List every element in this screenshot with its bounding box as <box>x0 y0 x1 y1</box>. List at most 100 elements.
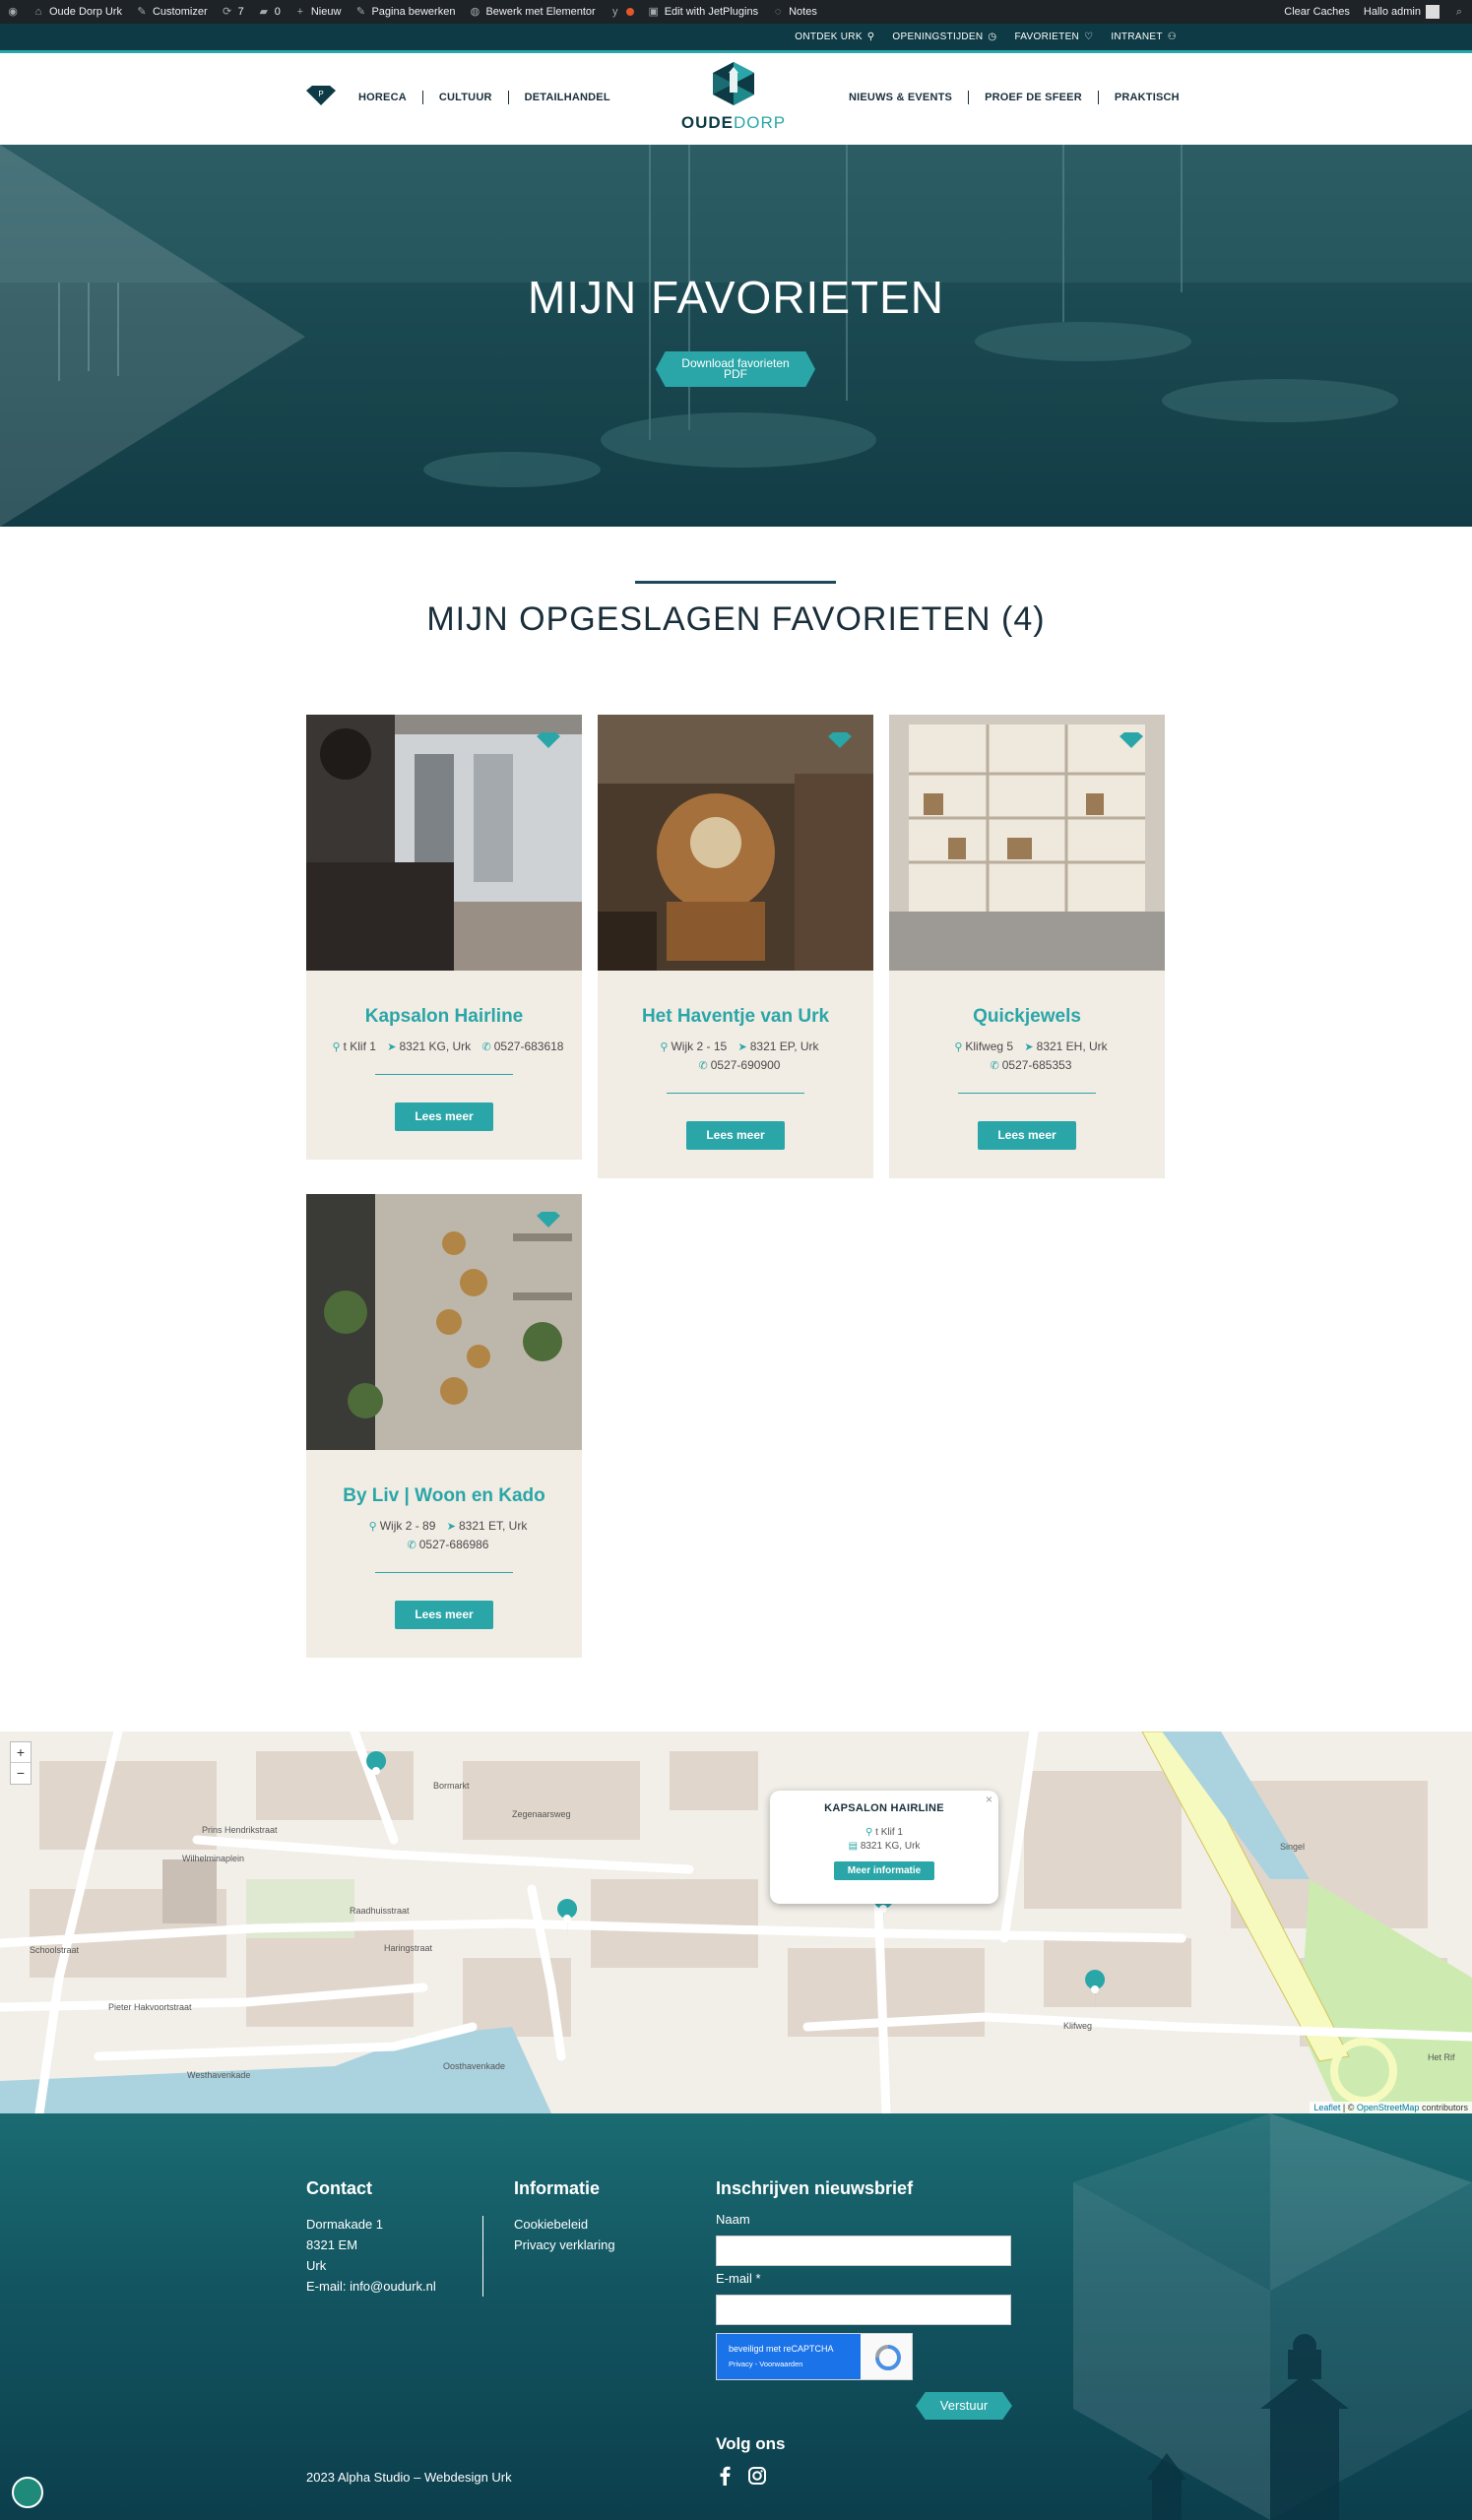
admin-notes-link[interactable]: ◌ Notes <box>765 0 824 24</box>
popup-address: ⚲ t Klif 1 ▤ 8321 KG, Urk <box>848 1827 921 1852</box>
site-logo[interactable]: OUDEDORP <box>679 61 788 136</box>
nav-separator <box>1097 91 1099 104</box>
admin-edit-page-link[interactable]: ✎ Pagina bewerken <box>348 0 462 24</box>
elementor-icon: ◍ <box>470 6 480 18</box>
admin-clear-caches[interactable]: Clear Caches <box>1277 0 1357 24</box>
card-meta: ⚲ Klifweg 5 ➤ 8321 EH, Urk ✆ 0527-685353 <box>954 1040 1108 1072</box>
navigation-arrow-icon: ➤ <box>1024 1041 1034 1053</box>
hero-title: MIJN FAVORIETEN <box>527 272 945 323</box>
svg-text:Wilhelminaplein: Wilhelminaplein <box>182 1854 244 1863</box>
logo-hexagon-icon <box>713 62 754 105</box>
admin-customizer-link[interactable]: ✎ Customizer <box>129 0 215 24</box>
util-favorieten[interactable]: FAVORIETEN ♡ <box>1014 32 1093 42</box>
zoom-in-button[interactable]: + <box>11 1742 31 1763</box>
favorite-card: Quickjewels ⚲ Klifweg 5 ➤ 8321 EH, Urk ✆ 05… <box>889 715 1165 1178</box>
main-nav-left: HORECA CULTUUR DETAILHANDEL <box>358 91 610 104</box>
cookiebeleid-link[interactable]: Cookiebeleid <box>514 2214 615 2235</box>
util-ontdek-urk[interactable]: ONTDEK URK ⚲ <box>795 32 874 42</box>
close-icon[interactable]: × <box>986 1793 992 1806</box>
card-divider <box>667 1093 804 1094</box>
instagram-icon[interactable] <box>748 2467 766 2485</box>
site-footer: Contact Dormakade 1 8321 EM Urk E-mail: … <box>0 2113 1472 2520</box>
section-divider <box>635 581 836 584</box>
navigation-arrow-icon: ➤ <box>446 1521 456 1533</box>
svg-text:Pieter Hakvoortstraat: Pieter Hakvoortstraat <box>108 2002 192 2012</box>
accessibility-icon[interactable] <box>12 2477 43 2508</box>
card-title[interactable]: Kapsalon Hairline <box>306 1006 582 1028</box>
privacy-link[interactable]: Privacy verklaring <box>514 2235 615 2255</box>
nav-detailhandel[interactable]: DETAILHANDEL <box>525 92 610 103</box>
admin-updates-link[interactable]: ⟳ 7 <box>215 0 251 24</box>
svg-text:Schoolstraat: Schoolstraat <box>30 1945 80 1955</box>
navigation-arrow-icon: ➤ <box>387 1041 397 1053</box>
favorite-heart-icon[interactable] <box>537 1212 560 1228</box>
card-photo-haventje[interactable] <box>598 715 873 971</box>
search-icon: ⌕ <box>1455 6 1463 18</box>
read-more-button[interactable]: Lees meer <box>395 1601 493 1629</box>
navigation-arrow-icon: ➤ <box>737 1041 747 1053</box>
email-input[interactable] <box>716 2295 1011 2325</box>
favorite-heart-icon[interactable] <box>537 732 560 748</box>
admin-account[interactable]: Hallo admin <box>1357 0 1446 24</box>
map-popup: × KAPSALON HAIRLINE ⚲ t Klif 1 ▤ 8321 KG… <box>770 1791 998 1904</box>
admin-search[interactable]: ⌕ <box>1446 0 1472 24</box>
copyright: 2023 Alpha Studio – Webdesign Urk <box>306 2470 512 2485</box>
admin-elementor-link[interactable]: ◍ Bewerk met Elementor <box>462 0 602 24</box>
facebook-icon[interactable] <box>718 2466 732 2486</box>
email-link[interactable]: info@oudurk.nl <box>350 2279 436 2294</box>
osm-link[interactable]: OpenStreetMap <box>1357 2103 1420 2112</box>
phone-icon: ✆ <box>407 1540 416 1551</box>
card-title[interactable]: Het Haventje van Urk <box>598 1006 873 1028</box>
svg-text:Haringstraat: Haringstraat <box>384 1943 433 1953</box>
nav-praktisch[interactable]: PRAKTISCH <box>1115 92 1180 103</box>
admin-new-link[interactable]: + Nieuw <box>288 0 349 24</box>
wordpress-menu[interactable]: ◉ <box>0 0 26 24</box>
phone-icon: ✆ <box>990 1060 999 1072</box>
nav-separator <box>507 91 509 104</box>
popup-title: KAPSALON HAIRLINE <box>824 1802 944 1814</box>
admin-comments-link[interactable]: ▰ 0 <box>251 0 288 24</box>
nav-proef-de-sfeer[interactable]: PROEF DE SFEER <box>985 92 1082 103</box>
favorite-heart-icon[interactable] <box>828 732 852 748</box>
name-input[interactable] <box>716 2236 1011 2266</box>
svg-text:Bormarkt: Bormarkt <box>433 1781 470 1791</box>
submit-button[interactable]: Verstuur <box>916 2392 1012 2420</box>
admin-yoast-link[interactable]: y <box>603 0 641 24</box>
util-openingstijden[interactable]: OPENINGSTIJDEN ◷ <box>892 32 996 42</box>
favorite-card: Kapsalon Hairline ⚲ t Klif 1 ➤ 8321 KG, Ur… <box>306 715 582 1160</box>
utility-bar: ONTDEK URK ⚲ OPENINGSTIJDEN ◷ FAVORIETEN ♡ … <box>0 24 1472 53</box>
zoom-out-button[interactable]: − <box>11 1763 31 1784</box>
recaptcha-badge[interactable]: beveiligd met reCAPTCHA Privacy - Voorwa… <box>716 2333 913 2380</box>
user-icon: ⚇ <box>1167 32 1177 42</box>
read-more-button[interactable]: Lees meer <box>686 1121 785 1150</box>
admin-jetplugins-link[interactable]: ▣ Edit with JetPlugins <box>641 0 765 24</box>
recaptcha-icon <box>875 2345 901 2370</box>
map-pin-icon: ⚲ <box>954 1041 963 1053</box>
nav-cultuur[interactable]: CULTUUR <box>439 92 492 103</box>
favorite-heart-icon[interactable] <box>1120 732 1143 748</box>
svg-text:Prins Hendrikstraat: Prins Hendrikstraat <box>202 1825 278 1835</box>
util-intranet[interactable]: INTRANET ⚇ <box>1111 32 1177 42</box>
nav-horeca[interactable]: HORECA <box>358 92 407 103</box>
svg-text:Zegenaarsweg: Zegenaarsweg <box>512 1809 571 1819</box>
read-more-button[interactable]: Lees meer <box>395 1102 493 1131</box>
card-photo-byliv[interactable] <box>306 1194 582 1450</box>
diamond-badge-icon[interactable]: P <box>306 86 336 105</box>
plus-icon: + <box>296 6 304 18</box>
download-favorites-pdf-button[interactable]: Download favorieten PDF <box>656 351 815 387</box>
popup-more-info-button[interactable]: Meer informatie <box>833 1861 935 1880</box>
card-title[interactable]: By Liv | Woon en Kado <box>306 1485 582 1507</box>
nav-nieuws-events[interactable]: NIEUWS & EVENTS <box>849 92 952 103</box>
wordpress-icon: ◉ <box>8 6 18 18</box>
card-title[interactable]: Quickjewels <box>889 1006 1165 1028</box>
admin-site-link[interactable]: ⌂ Oude Dorp Urk <box>26 0 129 24</box>
footer-divider <box>482 2216 483 2297</box>
phone-icon: ✆ <box>698 1060 708 1072</box>
card-photo-salon[interactable] <box>306 715 582 971</box>
leaflet-link[interactable]: Leaflet <box>1313 2103 1340 2112</box>
card-photo-quickjewels[interactable] <box>889 715 1165 971</box>
map-tiles[interactable]: Prins Hendrikstraat Raadhuisstraat Schoo… <box>0 1732 1472 2113</box>
home-icon: ⌂ <box>34 6 42 18</box>
map[interactable]: Prins Hendrikstraat Raadhuisstraat Schoo… <box>0 1732 1472 2113</box>
read-more-button[interactable]: Lees meer <box>978 1121 1076 1150</box>
